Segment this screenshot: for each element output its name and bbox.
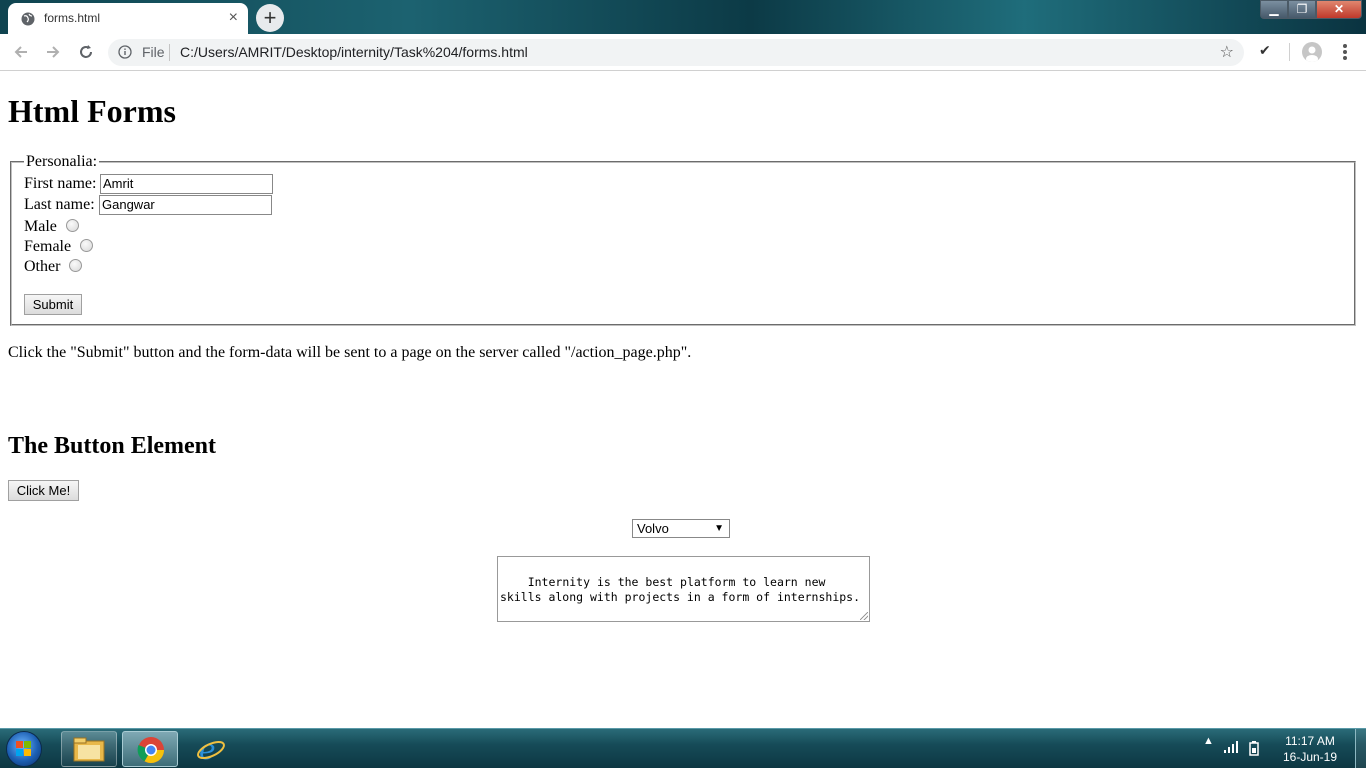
network-icon[interactable] [1224,740,1240,754]
tab-title: forms.html [44,11,101,25]
submit-button[interactable]: Submit [24,294,82,315]
windows-logo-icon [16,741,31,756]
browser-toolbar: File C:/Users/AMRIT/Desktop/internity/Ta… [0,34,1366,71]
info-icon[interactable] [118,45,132,59]
start-button[interactable] [6,731,42,767]
reload-icon[interactable] [76,42,96,62]
female-label: Female [24,238,72,255]
address-url[interactable]: C:/Users/AMRIT/Desktop/internity/Task%20… [180,44,528,60]
textarea-text: Internity is the best platform to learn … [500,575,861,604]
battery-icon[interactable] [1248,740,1262,756]
folder-icon [73,737,105,762]
clock-date: 16-Jun-19 [1282,750,1338,764]
first-name-input[interactable]: Amrit [100,174,273,194]
clock-time: 11:17 AM [1285,734,1335,748]
taskbar-ie[interactable]: e [183,731,239,767]
other-label: Other [24,258,61,275]
back-arrow-icon[interactable] [11,42,31,62]
section-heading: The Button Element [8,433,217,459]
profile-avatar-icon[interactable] [1302,42,1322,62]
page-content: Html Forms Personalia: First name: Amrit… [0,71,1366,728]
select-value: Volvo [637,521,669,536]
restore-button[interactable]: ❐ [1288,0,1316,19]
windows-taskbar: e [0,728,1366,768]
taskbar-chrome[interactable] [122,731,178,767]
tab-close-icon[interactable]: × [229,10,238,26]
male-label: Male [24,218,57,235]
last-name-label: Last name: [24,196,95,213]
internet-explorer-icon: e [197,733,225,765]
menu-dots-icon[interactable] [1343,44,1347,62]
info-paragraph: Click the "Submit" button and the form-d… [8,344,692,361]
resize-grip-icon[interactable] [860,612,868,620]
forward-arrow-icon[interactable] [43,42,63,62]
tray-expand-icon[interactable]: ▲ [1203,735,1214,747]
globe-icon [21,12,35,26]
browser-tab[interactable]: forms.html × [8,3,248,34]
browser-title-bar: forms.html × + ▁ ❐ ✕ [0,0,1366,34]
minimize-button[interactable]: ▁ [1260,0,1288,19]
female-radio[interactable] [80,239,93,252]
extension-check-icon[interactable]: ✔ [1259,43,1271,59]
show-desktop-button[interactable] [1355,729,1366,768]
car-select[interactable]: Volvo ▼ [632,519,730,538]
new-tab-button[interactable]: + [256,4,284,32]
close-window-button[interactable]: ✕ [1316,0,1362,19]
chrome-icon [137,737,165,764]
address-bar[interactable]: File C:/Users/AMRIT/Desktop/internity/Ta… [108,39,1244,66]
click-me-button[interactable]: Click Me! [8,480,79,501]
address-separator [169,44,170,61]
message-textarea[interactable]: Internity is the best platform to learn … [497,556,870,622]
address-file-label: File [142,44,165,60]
bookmark-star-icon[interactable]: ☆ [1220,43,1234,61]
toolbar-divider [1289,43,1290,61]
male-radio[interactable] [66,219,79,232]
fieldset-legend: Personalia: [26,153,98,170]
chevron-down-icon: ▼ [714,523,724,534]
first-name-label: First name: [24,175,97,192]
taskbar-explorer[interactable] [61,731,117,767]
other-radio[interactable] [69,259,82,272]
page-heading: Html Forms [8,93,176,129]
taskbar-clock[interactable]: 11:17 AM 16-Jun-19 [1280,733,1340,765]
last-name-input[interactable]: Gangwar [99,195,272,215]
